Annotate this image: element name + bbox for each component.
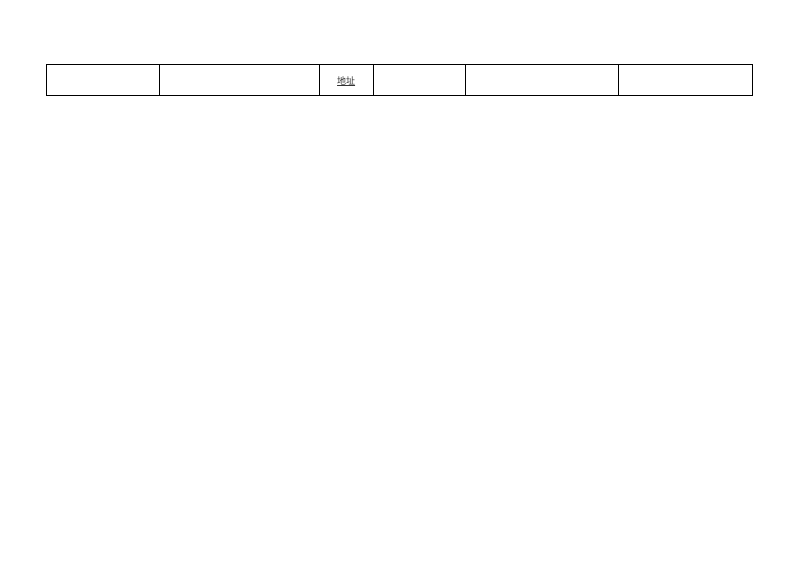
table-cell-4 [373, 65, 466, 96]
table-container: 地址 [46, 64, 753, 96]
table-cell-5 [466, 65, 619, 96]
table-row: 地址 [47, 65, 753, 96]
cell-text-address: 地址 [337, 76, 355, 86]
table-cell-2 [159, 65, 319, 96]
data-table: 地址 [46, 64, 753, 96]
table-cell-3: 地址 [319, 65, 373, 96]
table-cell-1 [47, 65, 160, 96]
table-cell-6 [619, 65, 753, 96]
